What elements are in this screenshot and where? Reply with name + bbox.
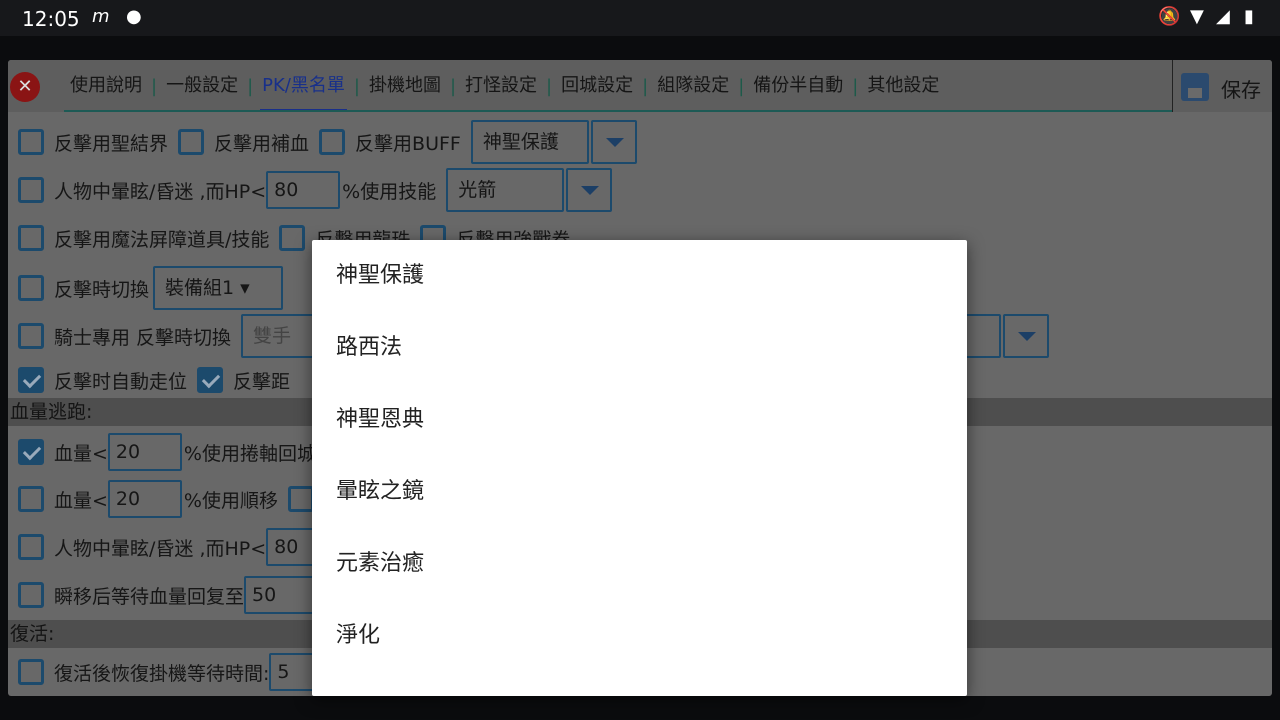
wifi-icon: ▼ [1190, 6, 1204, 27]
chevron-down-icon[interactable] [566, 168, 613, 212]
status-bar: 12:05 m ● 🔕 ▼ ◢ ▮ [0, 0, 1280, 36]
floppy-disk-icon [1181, 73, 1209, 101]
checkbox[interactable] [18, 659, 44, 685]
dropdown-option[interactable]: 暈眩之鏡 [312, 456, 967, 528]
skill-select[interactable]: 光箭 [446, 168, 565, 212]
bell-off-icon: 🔕 [1158, 6, 1181, 27]
checkbox[interactable] [18, 129, 44, 155]
signal-icon: ◢ [1216, 6, 1230, 27]
checkbox[interactable] [18, 582, 44, 608]
tab-underline [64, 110, 1172, 112]
battery-charging-icon: ▮ [1244, 6, 1254, 27]
notification-m-icon: m [92, 6, 110, 27]
hp-input[interactable]: 80 [266, 171, 341, 209]
label: %使用技能 [342, 180, 437, 203]
tab-backup[interactable]: 備份半自動 [747, 60, 849, 112]
hp-input[interactable]: 20 [107, 480, 182, 518]
label: 反擊用BUFF [355, 132, 461, 155]
label: 反擊时自動走位 [54, 370, 188, 393]
android-icon: ● [126, 6, 142, 27]
tab-return[interactable]: 回城設定 [555, 60, 639, 112]
label: %使用順移 [183, 489, 278, 512]
tab-party[interactable]: 組隊設定 [651, 60, 735, 112]
checkbox[interactable] [319, 129, 346, 155]
checkbox[interactable] [18, 275, 44, 301]
label: 復活後恢復掛機等待時間: [54, 662, 270, 685]
checkbox[interactable] [287, 486, 314, 512]
chevron-down-icon[interactable] [1003, 314, 1050, 358]
tab-usage[interactable]: 使用說明 [64, 60, 148, 112]
save-button[interactable]: 保存 [1172, 60, 1272, 112]
label: 反擊距 [233, 370, 291, 393]
clock: 12:05 [22, 7, 80, 31]
dropdown-option[interactable]: 神聖恩典 [312, 384, 967, 456]
dropdown-dialog: 神聖保護 路西法 神聖恩典 暈眩之鏡 元素治癒 淨化 [312, 240, 967, 696]
equip-select[interactable]: 裝備組1 ▾ [153, 266, 284, 310]
label: 反擊用魔法屏障道具/技能 [54, 228, 270, 251]
tab-pk-blacklist[interactable]: PK/黑名單 [256, 60, 351, 112]
chevron-down-icon[interactable] [590, 120, 637, 164]
hp-input[interactable]: 50 [244, 576, 319, 614]
checkbox[interactable] [178, 129, 205, 155]
dropdown-option[interactable]: 元素治癒 [312, 528, 967, 600]
label: 反擊用聖結界 [54, 132, 169, 155]
tab-general[interactable]: 一般設定 [160, 60, 244, 112]
tab-map[interactable]: 掛機地圖 [363, 60, 447, 112]
dropdown-option[interactable]: 淨化 [312, 600, 967, 672]
dropdown-option[interactable]: 路西法 [312, 312, 967, 384]
label: 血量< [54, 442, 108, 465]
label: %使用捲軸回城 [183, 442, 316, 465]
label: 血量< [54, 489, 108, 512]
checkbox-checked[interactable] [18, 439, 44, 465]
save-label: 保存 [1221, 78, 1261, 102]
label: 人物中暈眩/昏迷 ,而HP< [54, 180, 267, 203]
checkbox[interactable] [18, 534, 44, 560]
label: 人物中暈眩/昏迷 ,而HP< [54, 537, 267, 560]
checkbox-checked[interactable] [197, 367, 224, 393]
checkbox[interactable] [18, 177, 44, 203]
tab-bar: ✕ 使用說明 | 一般設定 | PK/黑名單 | 掛機地圖 | 打怪設定 | 回城設定 | … [8, 60, 1272, 112]
checkbox[interactable] [279, 225, 306, 251]
hp-input[interactable]: 20 [107, 433, 182, 471]
label: 瞬移后等待血量回复至 [54, 585, 245, 608]
dropdown-option[interactable]: 神聖保護 [312, 240, 967, 312]
checkbox[interactable] [18, 486, 44, 512]
checkbox[interactable] [18, 225, 44, 251]
checkbox-checked[interactable] [18, 367, 44, 393]
checkbox[interactable] [18, 323, 44, 349]
label: 反擊時切換 [54, 278, 150, 301]
label: 騎士專用 反擊時切換 [54, 326, 232, 349]
buff-select[interactable]: 神聖保護 [470, 120, 589, 164]
close-button[interactable]: ✕ [10, 72, 40, 102]
tab-other[interactable]: 其他設定 [861, 60, 945, 112]
label: 反擊用補血 [214, 132, 310, 155]
tab-monster[interactable]: 打怪設定 [459, 60, 543, 112]
